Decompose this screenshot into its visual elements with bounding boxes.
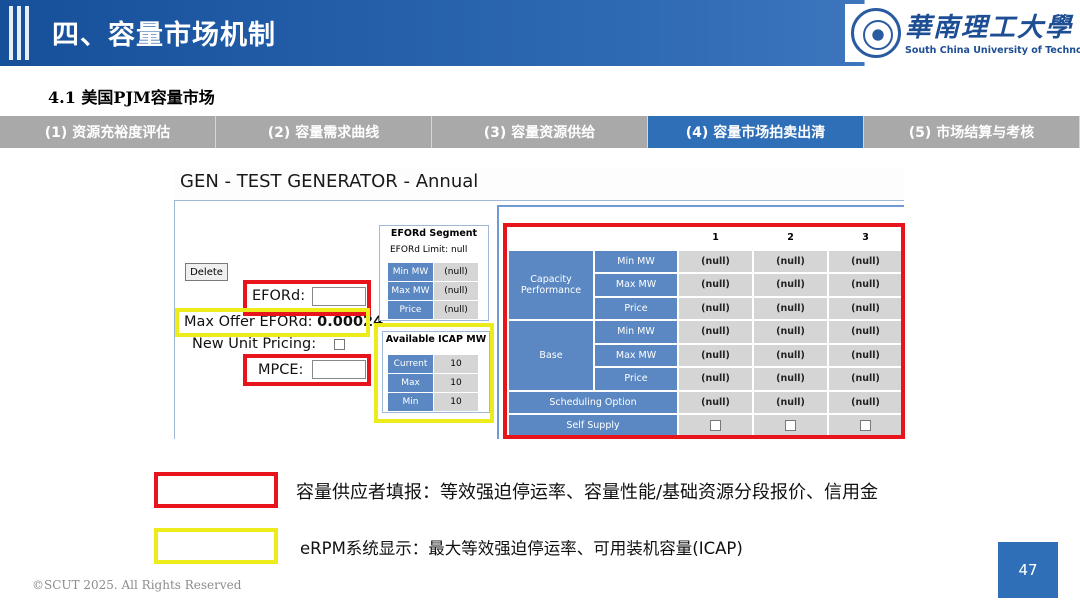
legend-red-text: 容量供应者填报：等效强迫停运率、容量性能/基础资源分段报价、信用金 xyxy=(296,482,879,503)
process-tabs: (1) 资源充裕度评估 (2) 容量需求曲线 (3) 容量资源供给 (4) 容量… xyxy=(0,116,1080,148)
eford-segment-table: Min MW (null) Max MW (null) Price (null) xyxy=(387,262,479,320)
segment-key: Min MW xyxy=(388,263,433,281)
max-offer-highlight-frame xyxy=(175,308,370,337)
segment-key: Price xyxy=(388,301,433,319)
delete-button[interactable]: Delete xyxy=(185,263,228,281)
slide-title: 四、容量市场机制 xyxy=(52,20,276,51)
legend-red-swatch xyxy=(154,472,278,508)
decor-stripes xyxy=(0,0,40,66)
tab-settlement[interactable]: (5) 市场结算与考核 xyxy=(864,116,1080,148)
table-row: Max MW (null) xyxy=(388,282,478,300)
mpce-highlight-frame xyxy=(243,354,371,386)
segment-key: Max MW xyxy=(388,282,433,300)
eford-limit: EFORd Limit: null xyxy=(390,245,468,255)
segment-value[interactable]: (null) xyxy=(434,263,478,281)
table-row: Price (null) xyxy=(388,301,478,319)
tab-adequacy[interactable]: (1) 资源充裕度评估 xyxy=(0,116,216,148)
tab-demand-curve[interactable]: (2) 容量需求曲线 xyxy=(216,116,432,148)
legend-yellow-text: eRPM系统显示：最大等效强迫停运率、可用装机容量(ICAP) xyxy=(300,539,743,558)
new-unit-pricing-checkbox[interactable] xyxy=(334,339,345,350)
legend-yellow-swatch xyxy=(154,528,278,564)
tab-auction-clearing[interactable]: (4) 容量市场拍卖出清 xyxy=(648,116,864,148)
grid-highlight-frame xyxy=(503,223,905,439)
segment-value[interactable]: (null) xyxy=(434,301,478,319)
university-name-en: South China University of Technology xyxy=(905,45,1080,56)
university-name-cn: 華南理工大學 xyxy=(905,13,1074,43)
screen-title-bar: GEN - TEST GENERATOR - Annual xyxy=(174,167,904,201)
eford-segment-panel: EFORd Segment EFORd Limit: null Min MW (… xyxy=(379,225,489,321)
page-number: 47 xyxy=(998,542,1058,598)
section-subheading: 4.1 美国PJM容量市场 xyxy=(48,88,215,107)
screen-title: GEN - TEST GENERATOR - Annual xyxy=(180,171,479,192)
university-emblem-icon xyxy=(851,8,901,58)
icap-highlight-frame xyxy=(374,323,494,423)
new-unit-pricing-label: New Unit Pricing: xyxy=(192,336,317,352)
copyright: ©SCUT 2025. All Rights Reserved xyxy=(32,578,242,592)
table-row: Min MW (null) xyxy=(388,263,478,281)
segment-value[interactable]: (null) xyxy=(434,282,478,300)
tab-supply[interactable]: (3) 容量资源供给 xyxy=(432,116,648,148)
eford-segment-title: EFORd Segment xyxy=(390,228,478,239)
university-logo: 華南理工大學 South China University of Technol… xyxy=(845,4,1080,62)
